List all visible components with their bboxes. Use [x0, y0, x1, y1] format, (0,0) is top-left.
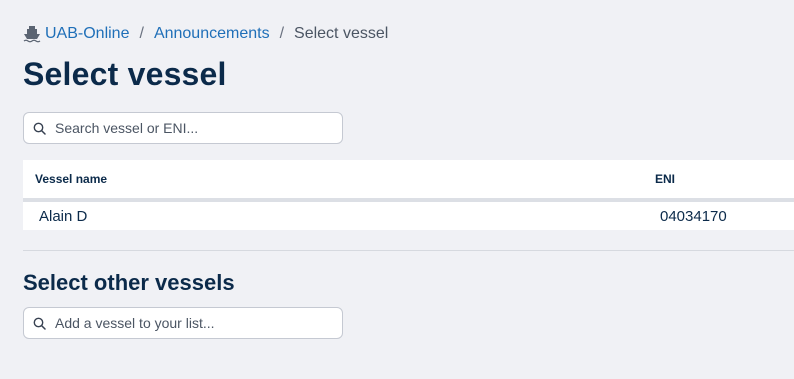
search-icon	[33, 122, 46, 135]
vessel-eni-cell[interactable]: 04034170	[660, 208, 727, 225]
column-header-vessel-name[interactable]: Vessel name	[23, 172, 655, 186]
table-row[interactable]: Alain D 04034170	[23, 202, 794, 230]
column-header-eni[interactable]: ENI	[655, 172, 675, 186]
search-icon	[33, 317, 46, 330]
add-vessel-box[interactable]	[23, 307, 343, 339]
breadcrumb: UAB-Online / Announcements / Select vess…	[23, 24, 388, 44]
ship-icon	[23, 25, 41, 43]
breadcrumb-current: Select vessel	[294, 25, 389, 42]
breadcrumb-separator: /	[139, 25, 144, 42]
breadcrumb-link-announcements[interactable]: Announcements	[154, 24, 270, 44]
add-vessel-input[interactable]	[55, 315, 325, 331]
page-title: Select vessel	[23, 56, 227, 92]
vessel-name-cell[interactable]: Alain D	[23, 208, 660, 225]
breadcrumb-separator: /	[279, 25, 285, 42]
section-divider	[23, 250, 794, 251]
vessel-search-input[interactable]	[55, 120, 325, 136]
other-vessels-title: Select other vessels	[23, 270, 235, 295]
vessel-table: Vessel name ENI Alain D 04034170	[23, 160, 794, 230]
breadcrumb-link-home[interactable]: UAB-Online	[45, 24, 129, 44]
vessel-search-box[interactable]	[23, 112, 343, 144]
table-header: Vessel name ENI	[23, 160, 794, 202]
